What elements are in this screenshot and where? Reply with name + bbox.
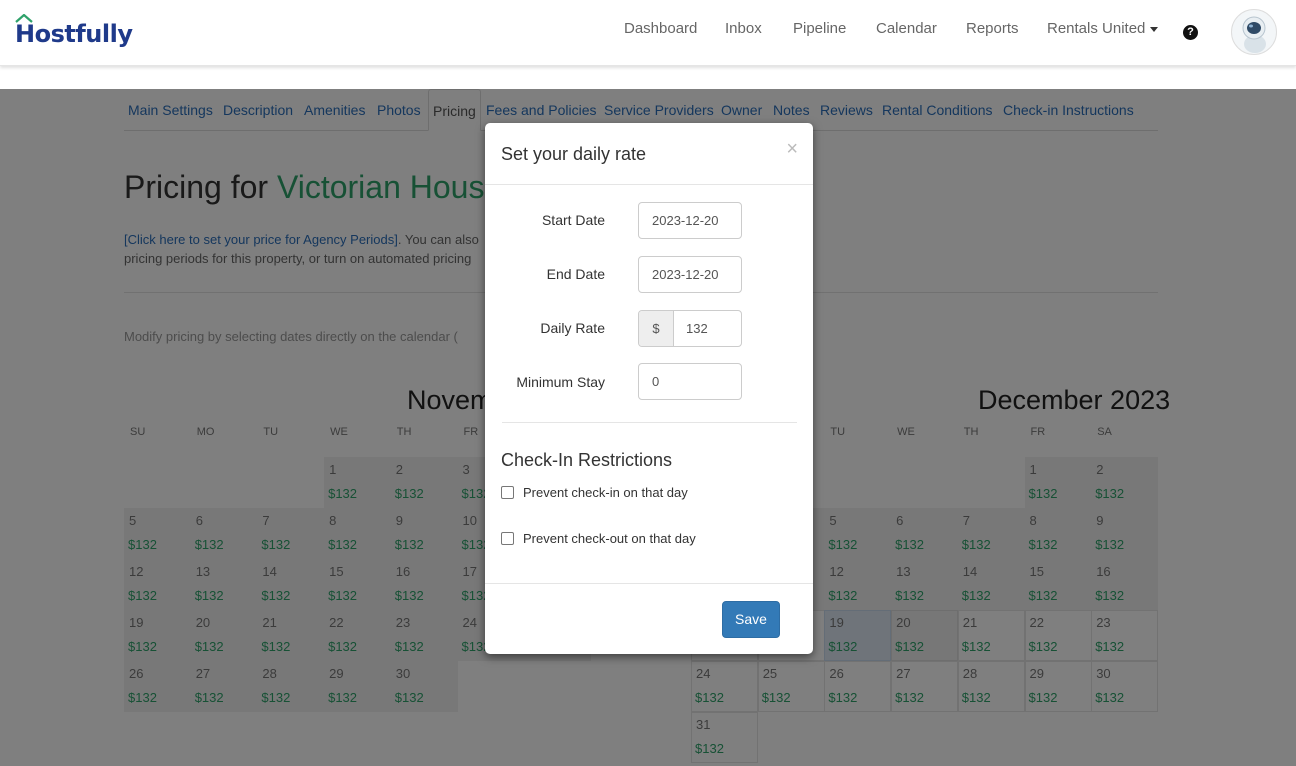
daily-rate-input[interactable]: 132 [674, 311, 741, 346]
nav-links: Dashboard Inbox Pipeline Calendar Report… [0, 20, 1296, 42]
prevent-check-in-checkbox[interactable] [501, 486, 514, 499]
start-date-input[interactable]: 2023-12-20 [638, 202, 742, 239]
currency-addon: $ [639, 311, 674, 346]
nav-calendar[interactable]: Calendar [876, 20, 937, 37]
nav-rentals-united-dropdown[interactable]: Rentals United [1047, 20, 1159, 37]
nav-pipeline[interactable]: Pipeline [793, 20, 846, 37]
modal-title: Set your daily rate [501, 144, 647, 164]
nav-inbox[interactable]: Inbox [725, 20, 762, 37]
avatar[interactable] [1231, 9, 1277, 55]
top-navbar: Hostfully Dashboard Inbox Pipeline Calen… [0, 0, 1296, 66]
end-date-label: End Date [546, 266, 605, 282]
prevent-check-out-row[interactable]: Prevent check-out on that day [501, 531, 696, 546]
caret-down-icon [1150, 26, 1159, 32]
save-button[interactable]: Save [722, 601, 780, 638]
prevent-check-in-row[interactable]: Prevent check-in on that day [501, 485, 688, 500]
modal-header: Set your daily rate × [485, 123, 813, 185]
astronaut-icon [1242, 16, 1266, 53]
prevent-check-in-label: Prevent check-in on that day [523, 485, 688, 500]
modal-footer [485, 583, 813, 584]
prevent-check-out-label: Prevent check-out on that day [523, 531, 696, 546]
rentals-united-label: Rentals United [1047, 20, 1146, 37]
prevent-check-out-checkbox[interactable] [501, 532, 514, 545]
start-date-label: Start Date [541, 212, 605, 228]
minimum-stay-label: Minimum Stay [516, 374, 605, 390]
modal-divider [502, 422, 797, 423]
close-icon[interactable]: × [786, 139, 798, 159]
check-in-restrictions-title: Check-In Restrictions [501, 450, 673, 470]
question-circle-icon[interactable]: ? [1183, 25, 1198, 40]
daily-rate-modal: Set your daily rate × Start Date 2023-12… [485, 123, 813, 654]
end-date-input[interactable]: 2023-12-20 [638, 256, 742, 293]
daily-rate-label: Daily Rate [540, 320, 605, 336]
daily-rate-input-group: $ 132 [638, 310, 742, 347]
minimum-stay-input[interactable]: 0 [638, 363, 742, 400]
nav-dashboard[interactable]: Dashboard [624, 20, 697, 37]
nav-reports[interactable]: Reports [966, 20, 1019, 37]
